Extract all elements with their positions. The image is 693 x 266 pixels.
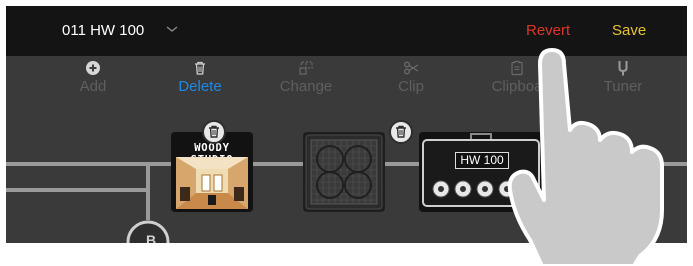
trash-icon [195,61,205,75]
swap-icon [299,61,313,75]
change-button[interactable]: Change [264,60,348,95]
pointing-hand-icon [507,48,664,266]
speaker-cabinet-icon [305,134,383,210]
preset-name[interactable]: 011 HW 100 [62,22,144,39]
delete-badge-cabinet[interactable] [389,120,413,144]
plus-circle-icon [86,61,100,75]
save-button[interactable]: Save [612,22,646,39]
change-label: Change [279,78,333,95]
clip-label: Clip [398,78,424,95]
add-label: Add [79,78,107,95]
split-label: B [146,232,157,243]
chevron-down-icon[interactable] [166,24,178,34]
revert-button[interactable]: Revert [526,22,570,39]
scissors-icon [404,61,419,75]
clip-button[interactable]: Clip [369,60,453,95]
delete-badge-reverb[interactable] [202,120,226,144]
trash-icon [396,125,406,138]
cabinet-block[interactable] [303,132,385,212]
delete-button[interactable]: Delete [158,60,242,95]
studio-room-image [176,157,248,209]
delete-label: Delete [178,78,222,95]
signal-wire-split [146,166,150,220]
add-button[interactable]: Add [51,60,135,95]
signal-wire-lower [6,188,150,192]
trash-icon [209,125,219,138]
